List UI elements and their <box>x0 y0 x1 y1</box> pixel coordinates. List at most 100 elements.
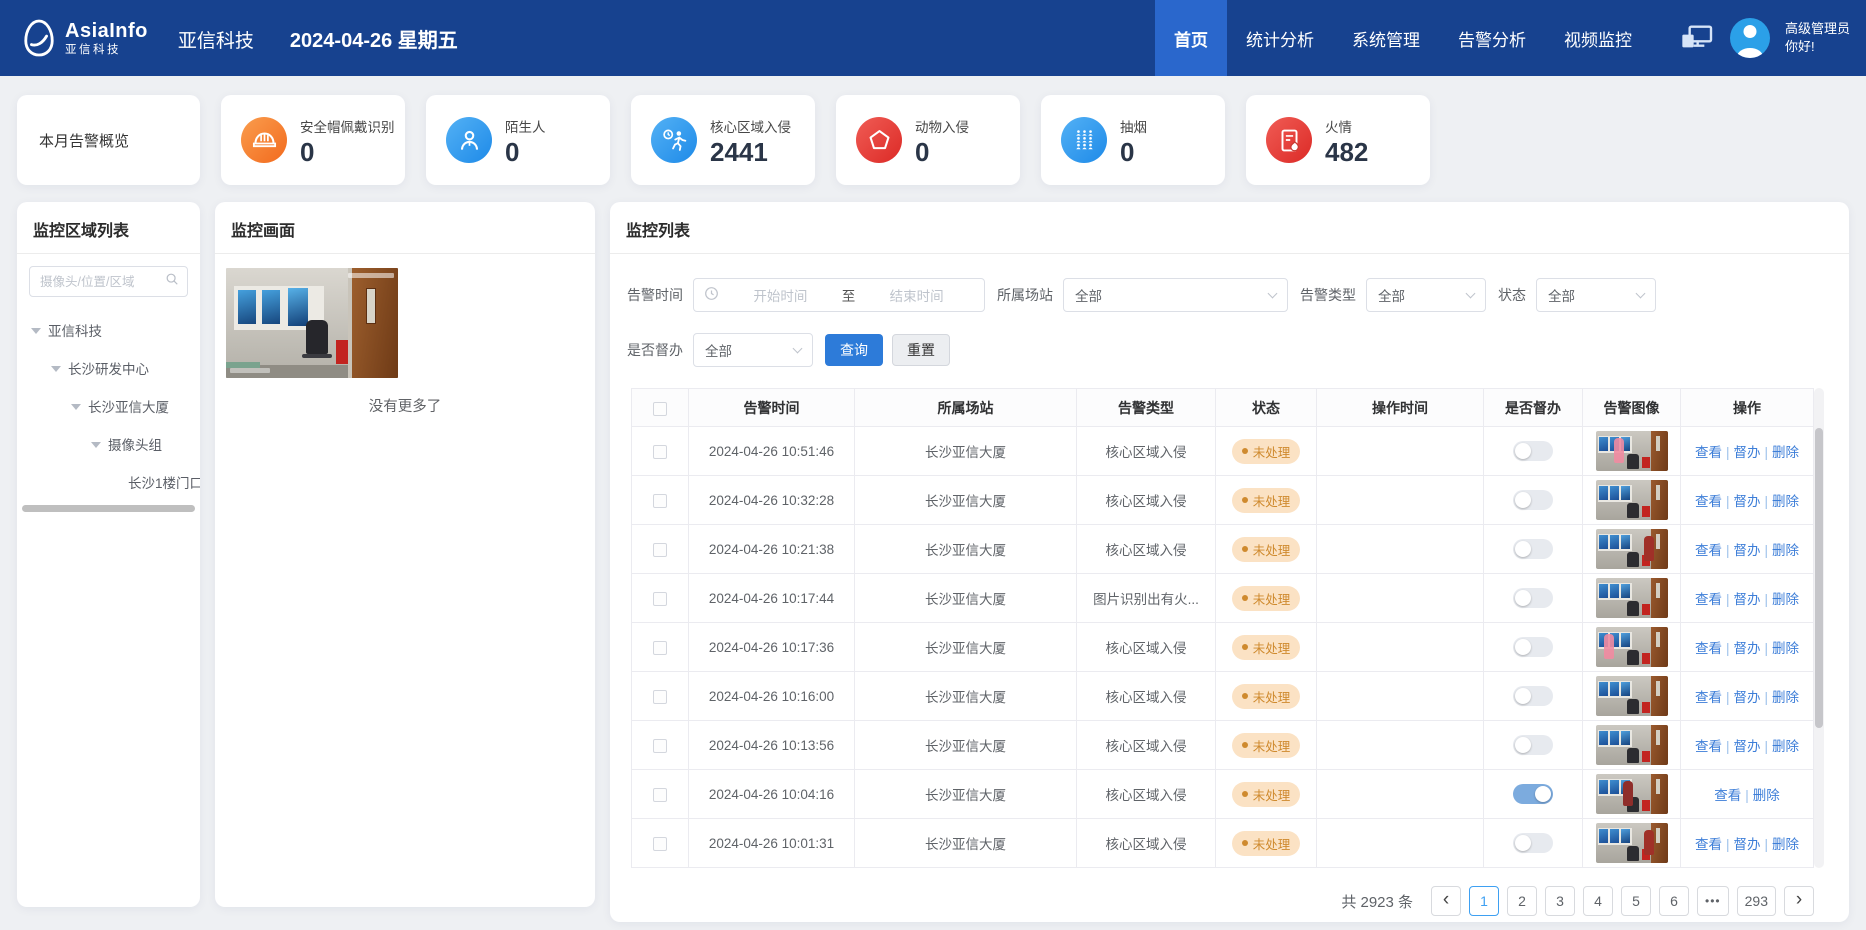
view-link[interactable]: 查看 <box>1695 543 1722 558</box>
alarm-type-select[interactable]: 全部 <box>1366 278 1486 312</box>
nav-item-video-monitor[interactable]: 视频监控 <box>1545 0 1651 76</box>
alarm-image-thumbnail[interactable] <box>1596 725 1668 765</box>
tree-item-camera-group[interactable]: 摄像头组 <box>17 425 200 463</box>
avatar[interactable] <box>1730 18 1770 58</box>
row-checkbox[interactable] <box>653 641 667 655</box>
chevron-down-icon <box>1268 289 1278 299</box>
action-separator: | <box>1726 543 1730 558</box>
tree-item-changsha-1f-gate[interactable]: 长沙1楼门口 <box>17 463 200 501</box>
delete-link[interactable]: 删除 <box>1772 445 1799 460</box>
status-select[interactable]: 全部 <box>1536 278 1656 312</box>
delete-link[interactable]: 删除 <box>1772 494 1799 509</box>
supervise-toggle[interactable] <box>1513 441 1553 461</box>
table-row: 2024-04-26 10:32:28 长沙亚信大厦 核心区域入侵 未处理 查看… <box>632 476 1814 525</box>
view-link[interactable]: 查看 <box>1695 690 1722 705</box>
supervise-link[interactable]: 督办 <box>1734 543 1761 558</box>
alarm-image-thumbnail[interactable] <box>1596 774 1668 814</box>
alarm-time-range-input[interactable]: 开始时间 至 结束时间 <box>693 278 985 312</box>
delete-link[interactable]: 删除 <box>1753 788 1780 803</box>
reset-button[interactable]: 重置 <box>892 334 950 366</box>
supervise-toggle[interactable] <box>1513 539 1553 559</box>
supervise-link[interactable]: 督办 <box>1734 837 1761 852</box>
supervise-select[interactable]: 全部 <box>693 333 813 367</box>
alarm-image-thumbnail[interactable] <box>1596 676 1668 716</box>
page-button-3[interactable]: 3 <box>1545 886 1575 916</box>
dots-page-button[interactable]: ••• <box>1697 886 1729 916</box>
view-link[interactable]: 查看 <box>1714 788 1741 803</box>
page-button-2[interactable]: 2 <box>1507 886 1537 916</box>
supervise-link[interactable]: 督办 <box>1734 592 1761 607</box>
table-vertical-scrollbar[interactable] <box>1814 388 1824 868</box>
query-button[interactable]: 查询 <box>825 334 883 366</box>
action-separator: | <box>1765 837 1769 852</box>
row-checkbox[interactable] <box>653 690 667 704</box>
caret-down-icon[interactable] <box>31 328 41 339</box>
alarm-image-thumbnail[interactable] <box>1596 823 1668 863</box>
tree-item-changsha-rd-center[interactable]: 长沙研发中心 <box>17 349 200 387</box>
page-button-4[interactable]: 4 <box>1583 886 1613 916</box>
supervise-toggle[interactable] <box>1513 686 1553 706</box>
page-button-6[interactable]: 6 <box>1659 886 1689 916</box>
supervise-link[interactable]: 督办 <box>1734 494 1761 509</box>
delete-link[interactable]: 删除 <box>1772 837 1799 852</box>
prev-page-button[interactable]: ‹ <box>1431 886 1461 916</box>
row-checkbox[interactable] <box>653 837 667 851</box>
person-silhouette <box>1623 781 1633 806</box>
tree-horizontal-scrollbar[interactable] <box>22 505 195 512</box>
row-checkbox[interactable] <box>653 494 667 508</box>
supervise-toggle[interactable] <box>1513 637 1553 657</box>
caret-down-icon[interactable] <box>51 366 61 377</box>
supervise-toggle[interactable] <box>1513 833 1553 853</box>
row-checkbox[interactable] <box>653 739 667 753</box>
alarm-image-thumbnail[interactable] <box>1596 431 1668 471</box>
alarm-image-thumbnail[interactable] <box>1596 480 1668 520</box>
view-link[interactable]: 查看 <box>1695 641 1722 656</box>
view-link[interactable]: 查看 <box>1695 494 1722 509</box>
next-page-button[interactable]: › <box>1784 886 1814 916</box>
view-link[interactable]: 查看 <box>1695 445 1722 460</box>
camera-search-input[interactable] <box>38 274 161 290</box>
page-button-1[interactable]: 1 <box>1469 886 1499 916</box>
video-wall-icon[interactable] <box>1679 22 1715 54</box>
supervise-toggle[interactable] <box>1513 735 1553 755</box>
action-separator: | <box>1726 641 1730 656</box>
delete-link[interactable]: 删除 <box>1772 543 1799 558</box>
page-button-5[interactable]: 5 <box>1621 886 1651 916</box>
nav-item-alarm-analysis[interactable]: 告警分析 <box>1439 0 1545 76</box>
row-checkbox[interactable] <box>653 543 667 557</box>
supervise-link[interactable]: 督办 <box>1734 445 1761 460</box>
supervise-link[interactable]: 督办 <box>1734 641 1761 656</box>
delete-link[interactable]: 删除 <box>1772 592 1799 607</box>
supervise-toggle[interactable] <box>1513 784 1553 804</box>
delete-link[interactable]: 删除 <box>1772 690 1799 705</box>
nav-item-system[interactable]: 系统管理 <box>1333 0 1439 76</box>
view-link[interactable]: 查看 <box>1695 837 1722 852</box>
row-checkbox[interactable] <box>653 788 667 802</box>
delete-link[interactable]: 删除 <box>1772 641 1799 656</box>
alarm-image-thumbnail[interactable] <box>1596 578 1668 618</box>
alarm-image-thumbnail[interactable] <box>1596 627 1668 667</box>
monitor-view-panel: 监控画面 没有更多了 <box>215 202 595 907</box>
pagination: 共 2923 条 ‹123456•••293› <box>610 886 1814 916</box>
supervise-link[interactable]: 督办 <box>1734 739 1761 754</box>
tree-item-changsha-tower[interactable]: 长沙亚信大厦 <box>17 387 200 425</box>
view-link[interactable]: 查看 <box>1695 592 1722 607</box>
select-all-checkbox[interactable] <box>653 402 667 416</box>
supervise-toggle[interactable] <box>1513 490 1553 510</box>
caret-down-icon[interactable] <box>71 404 81 415</box>
tree-item-asiainfo[interactable]: 亚信科技 <box>17 311 200 349</box>
fire-icon <box>1266 117 1312 163</box>
nav-item-statistics[interactable]: 统计分析 <box>1227 0 1333 76</box>
supervise-link[interactable]: 督办 <box>1734 690 1761 705</box>
delete-link[interactable]: 删除 <box>1772 739 1799 754</box>
supervise-toggle[interactable] <box>1513 588 1553 608</box>
station-select[interactable]: 全部 <box>1063 278 1288 312</box>
row-checkbox[interactable] <box>653 592 667 606</box>
row-checkbox[interactable] <box>653 445 667 459</box>
nav-item-home[interactable]: 首页 <box>1155 0 1227 76</box>
camera-snapshot[interactable] <box>226 268 398 378</box>
alarm-image-thumbnail[interactable] <box>1596 529 1668 569</box>
caret-down-icon[interactable] <box>91 442 101 453</box>
view-link[interactable]: 查看 <box>1695 739 1722 754</box>
page-button-293[interactable]: 293 <box>1737 886 1776 916</box>
